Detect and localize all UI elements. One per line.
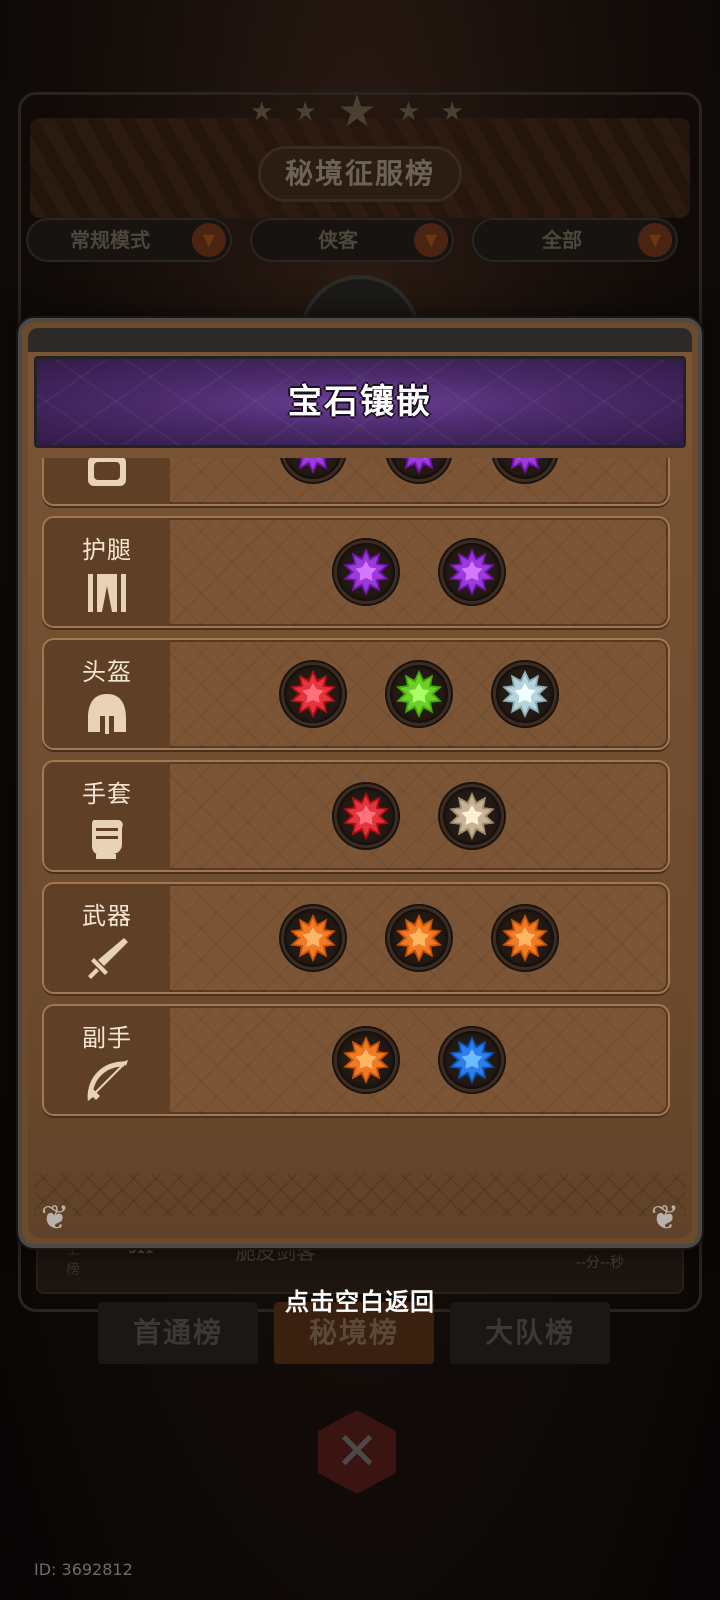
modal-header: 宝石镶嵌	[34, 356, 686, 448]
gem-socket-orange[interactable]	[387, 906, 451, 970]
gem-socket-orange[interactable]	[281, 906, 345, 970]
gem-socket-orange[interactable]	[334, 1028, 398, 1092]
slot-label: 武器	[82, 902, 132, 930]
gem-socket-purple[interactable]	[334, 540, 398, 604]
gem-socket-purple[interactable]	[387, 458, 451, 482]
class-filter-label: 侠客	[318, 228, 358, 252]
header-stars: ★ ★ ★ ★ ★	[250, 86, 470, 137]
gem-sockets	[170, 762, 668, 870]
gem-sockets	[170, 518, 668, 626]
gem-slot-list[interactable]: 护腿 头盔 手套 武器 副手	[34, 458, 686, 1158]
gem-icon	[449, 1036, 495, 1084]
helmet-icon	[88, 694, 126, 734]
modal-top-bar	[28, 328, 692, 352]
slot-row-offhand: 副手	[42, 1004, 670, 1116]
slot-row-weapon: 武器	[42, 882, 670, 994]
gem-socket-light-blue[interactable]	[493, 662, 557, 726]
gem-icon	[502, 914, 548, 962]
gem-icon	[396, 914, 442, 962]
gem-sockets	[170, 884, 668, 992]
class-filter-dropdown[interactable]: 侠客 ▼	[250, 218, 454, 262]
gem-socket-purple[interactable]	[493, 458, 557, 482]
modal-title: 宝石镶嵌	[288, 382, 432, 422]
slot-row-helmet: 头盔	[42, 638, 670, 750]
modal-bottom-pattern	[34, 1174, 686, 1216]
gem-icon	[449, 792, 495, 840]
gem-socket-blue[interactable]	[440, 1028, 504, 1092]
gem-socket-purple[interactable]	[440, 540, 504, 604]
mode-filter-dropdown[interactable]: 常规模式 ▼	[26, 218, 232, 262]
gem-icon	[294, 458, 332, 474]
scope-filter-dropdown[interactable]: 全部 ▼	[472, 218, 678, 262]
corner-ornament-icon: ❦	[40, 1198, 70, 1238]
gem-icon	[506, 458, 544, 474]
gem-icon	[343, 792, 389, 840]
slot-row-leggings: 护腿	[42, 516, 670, 628]
gem-socket-green[interactable]	[387, 662, 451, 726]
gem-icon	[400, 458, 438, 474]
gem-socket-red[interactable]	[281, 662, 345, 726]
gem-icon	[502, 670, 548, 718]
gem-icon	[396, 670, 442, 718]
gem-icon	[343, 1036, 389, 1084]
slot-label: 手套	[82, 780, 132, 808]
slot-row-armor	[42, 458, 670, 506]
scope-filter-label: 全部	[542, 228, 582, 252]
gem-sockets	[170, 1006, 668, 1114]
leggings-icon	[88, 574, 126, 612]
slot-label: 护腿	[82, 536, 132, 564]
clear-time: --分--秒	[575, 1255, 624, 1271]
user-id: ID: 3692812	[34, 1560, 133, 1579]
leaderboard-title: 秘境征服榜	[258, 146, 462, 202]
sword-icon	[88, 938, 128, 979]
tap-blank-to-return-hint: 点击空白返回	[285, 1288, 435, 1316]
close-x-icon[interactable]: ✕	[318, 1410, 396, 1494]
gem-sockets	[170, 458, 668, 504]
corner-ornament-icon: ❦	[650, 1198, 680, 1238]
gem-sockets	[170, 640, 668, 748]
gem-inlay-modal: 宝石镶嵌 护腿 头盔 手套 武器 副手 ❦ ❦	[18, 318, 702, 1248]
gem-icon	[449, 548, 495, 596]
gem-socket-red[interactable]	[334, 784, 398, 848]
gem-socket-orange[interactable]	[493, 906, 557, 970]
slot-label: 头盔	[82, 658, 132, 686]
armor-icon	[88, 458, 126, 486]
chevron-down-icon: ▼	[414, 223, 448, 257]
slot-label: 副手	[82, 1024, 132, 1052]
gem-icon	[290, 670, 336, 718]
slot-row-gloves: 手套	[42, 760, 670, 872]
gem-socket-purple[interactable]	[281, 458, 345, 482]
gauntlet-icon	[92, 820, 123, 859]
chevron-down-icon: ▼	[192, 223, 226, 257]
bow-icon	[87, 1060, 128, 1101]
mode-filter-label: 常规模式	[70, 228, 150, 252]
gem-icon	[343, 548, 389, 596]
gem-icon	[290, 914, 336, 962]
chevron-down-icon: ▼	[638, 223, 672, 257]
gem-socket-beige[interactable]	[440, 784, 504, 848]
